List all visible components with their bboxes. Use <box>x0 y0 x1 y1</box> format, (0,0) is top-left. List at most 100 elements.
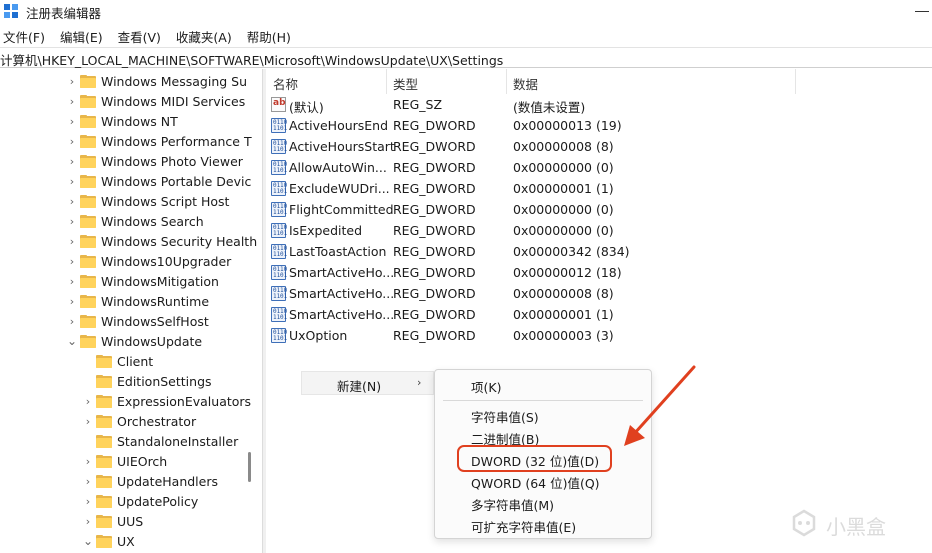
tree-item-label: WindowsRuntime <box>101 293 210 309</box>
menu-item[interactable]: 文件(F) <box>0 24 49 46</box>
tree-item[interactable]: › Windows Messaging Su <box>66 71 247 91</box>
chevron-right-icon[interactable]: › <box>82 411 94 431</box>
minimize-button[interactable] <box>915 11 929 12</box>
tree-item-label: Windows10Upgrader <box>101 253 232 269</box>
chevron-right-icon[interactable]: › <box>66 71 78 91</box>
tree-item[interactable]: EditionSettings <box>82 371 212 391</box>
submenu-item-multi-string[interactable]: 多字符串值(M) <box>471 495 554 514</box>
tree-item[interactable]: › Windows Photo Viewer <box>66 151 243 171</box>
new-menu-label[interactable]: 新建(N) <box>337 376 381 395</box>
watermark-logo: 小黑盒 <box>788 507 908 539</box>
pane-splitter[interactable] <box>262 69 266 553</box>
tree-item[interactable]: › Windows NT <box>66 111 178 131</box>
value-type: REG_DWORD <box>393 265 476 280</box>
tree-item[interactable]: › Orchestrator <box>82 411 196 431</box>
value-type: REG_DWORD <box>393 328 476 343</box>
chevron-right-icon[interactable]: › <box>66 131 78 151</box>
chevron-right-icon[interactable]: › <box>82 511 94 531</box>
menu-item[interactable]: 查看(V) <box>115 24 165 46</box>
value-row[interactable]: 01 10 11 01 SmartActiveHo... REG_DWORD 0x00000… <box>267 262 932 283</box>
value-row[interactable]: 01 10 11 01 ActiveHoursEnd REG_DWORD 0x0000001… <box>267 115 932 136</box>
chevron-right-icon[interactable]: › <box>82 471 94 491</box>
tree-item[interactable]: › Windows MIDI Services <box>66 91 245 111</box>
folder-icon <box>80 294 97 308</box>
tree-item[interactable]: › Windows Script Host <box>66 191 230 211</box>
chevron-right-icon[interactable]: › <box>66 111 78 131</box>
value-data: 0x00000001 (1) <box>513 181 614 196</box>
chevron-right-icon[interactable]: › <box>66 231 78 251</box>
value-row[interactable]: 01 10 11 01 SmartActiveHo... REG_DWORD 0x00000… <box>267 283 932 304</box>
value-type: REG_DWORD <box>393 286 476 301</box>
tree-item[interactable]: › WindowsRuntime <box>66 291 209 311</box>
chevron-right-icon[interactable]: › <box>66 251 78 271</box>
submenu-item-qword[interactable]: QWORD (64 位)值(Q) <box>471 473 600 492</box>
value-row[interactable]: 01 10 11 01 UxOption REG_DWORD 0x00000003 (3) <box>267 325 932 346</box>
tree-item[interactable]: › Windows Performance T <box>66 131 252 151</box>
column-divider[interactable] <box>506 69 507 94</box>
tree-item[interactable]: › UUS <box>82 511 143 531</box>
chevron-down-icon[interactable]: ⌄ <box>66 331 78 351</box>
tree-item[interactable]: › Windows Search <box>66 211 204 231</box>
column-header-data[interactable]: 数据 <box>513 74 538 93</box>
menu-item[interactable]: 帮助(H) <box>244 24 295 46</box>
value-row[interactable]: 01 10 11 01 FlightCommitted REG_DWORD 0x000000… <box>267 199 932 220</box>
value-row[interactable]: 01 10 11 01 IsExpedited REG_DWORD 0x00000000 (… <box>267 220 932 241</box>
folder-icon <box>80 154 97 168</box>
dword-value-icon: 01 10 11 01 <box>271 160 288 175</box>
tree-item[interactable]: ⌄ UX <box>82 531 135 551</box>
column-divider[interactable] <box>795 69 796 94</box>
value-data: 0x00000000 (0) <box>513 160 614 175</box>
chevron-right-icon[interactable]: › <box>82 391 94 411</box>
folder-icon <box>80 134 97 148</box>
submenu-item-key[interactable]: 项(K) <box>471 377 501 396</box>
chevron-right-icon[interactable]: › <box>66 191 78 211</box>
menu-item[interactable]: 收藏夹(A) <box>173 24 236 46</box>
tree-item-label: Windows Photo Viewer <box>101 153 243 169</box>
chevron-right-icon[interactable]: › <box>66 211 78 231</box>
value-row[interactable]: 01 10 11 01 SmartActiveHo... REG_DWORD 0x00000… <box>267 304 932 325</box>
tree-item-label: Windows Performance T <box>101 133 252 149</box>
folder-icon <box>96 394 113 408</box>
chevron-right-icon[interactable]: › <box>66 311 78 331</box>
tree-item[interactable]: › Windows Portable Devic <box>66 171 252 191</box>
tree-item[interactable]: Client <box>82 351 153 371</box>
column-header-name[interactable]: 名称 <box>273 74 298 93</box>
tree-item[interactable]: › ExpressionEvaluators <box>82 391 251 411</box>
tree-item-label: UpdatePolicy <box>117 493 199 509</box>
tree-item[interactable]: › WindowsMitigation <box>66 271 219 291</box>
chevron-right-icon[interactable]: › <box>82 491 94 511</box>
chevron-down-icon[interactable]: ⌄ <box>82 531 94 551</box>
folder-icon <box>80 214 97 228</box>
chevron-right-icon[interactable]: › <box>66 291 78 311</box>
context-menu-new-item[interactable]: 新建(N) › <box>301 371 434 395</box>
tree-item[interactable]: › UpdatePolicy <box>82 491 198 511</box>
address-bar[interactable]: 计算机\HKEY_LOCAL_MACHINE\SOFTWARE\Microsof… <box>0 47 932 68</box>
chevron-right-icon[interactable]: › <box>66 91 78 111</box>
chevron-right-icon[interactable]: › <box>82 451 94 471</box>
value-row[interactable]: 01 10 11 01 ActiveHoursStart REG_DWORD 0x00000… <box>267 136 932 157</box>
tree-item[interactable]: StandaloneInstaller <box>82 431 238 451</box>
chevron-right-icon[interactable]: › <box>66 171 78 191</box>
value-row[interactable]: 01 10 11 01 LastToastAction REG_DWORD 0x000003… <box>267 241 932 262</box>
tree-item[interactable]: › WindowsSelfHost <box>66 311 209 331</box>
address-path[interactable]: 计算机\HKEY_LOCAL_MACHINE\SOFTWARE\Microsof… <box>0 50 503 69</box>
submenu-item-string[interactable]: 字符串值(S) <box>471 407 539 426</box>
tree-item[interactable]: › Windows10Upgrader <box>66 251 232 271</box>
key-tree-pane[interactable]: › Windows Messaging Su › Windows MIDI Servi… <box>0 69 262 553</box>
column-divider[interactable] <box>386 69 387 94</box>
tree-item[interactable]: › Windows Security Health <box>66 231 257 251</box>
value-data: 0x00000008 (8) <box>513 139 614 154</box>
tree-item[interactable]: › UIEOrch <box>82 451 167 471</box>
column-header-type[interactable]: 类型 <box>393 74 418 93</box>
chevron-right-icon[interactable]: › <box>66 151 78 171</box>
tree-item-label: UX <box>117 533 135 549</box>
tree-scrollbar-thumb[interactable] <box>248 452 251 482</box>
value-row[interactable]: ab (默认) REG_SZ (数值未设置) <box>267 94 932 115</box>
submenu-item-expandable-string[interactable]: 可扩充字符串值(E) <box>471 517 576 536</box>
chevron-right-icon[interactable]: › <box>66 271 78 291</box>
tree-item[interactable]: ⌄ WindowsUpdate <box>66 331 202 351</box>
tree-item[interactable]: › UpdateHandlers <box>82 471 218 491</box>
value-row[interactable]: 01 10 11 01 ExcludeWUDri... REG_DWORD 0x000000… <box>267 178 932 199</box>
value-row[interactable]: 01 10 11 01 AllowAutoWin... REG_DWORD 0x000000… <box>267 157 932 178</box>
menu-item[interactable]: 编辑(E) <box>57 24 107 46</box>
